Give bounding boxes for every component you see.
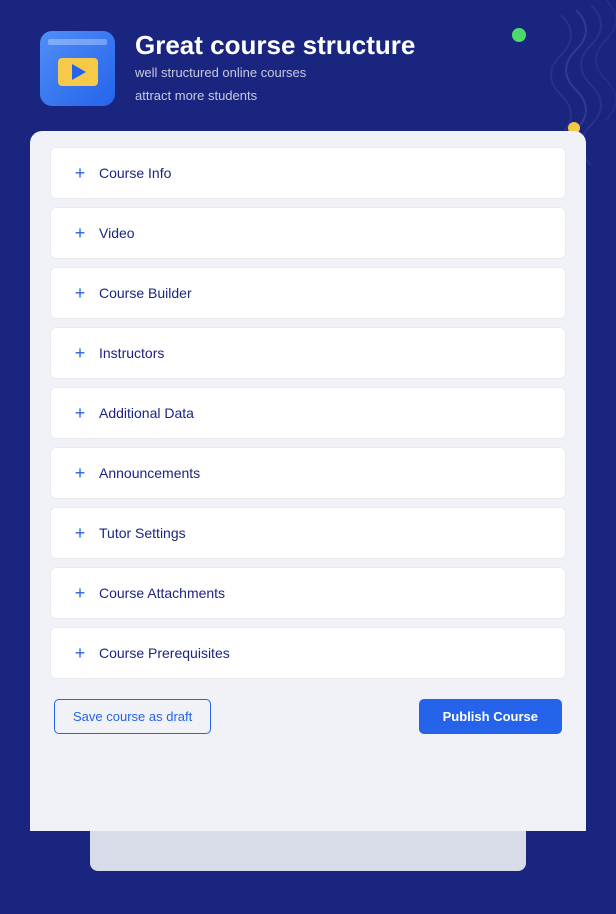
accordion-label-course-attachments: Course Attachments	[99, 585, 225, 601]
publish-button[interactable]: Publish Course	[419, 699, 562, 734]
accordion-label-course-builder: Course Builder	[99, 285, 192, 301]
accordion-item-tutor-settings[interactable]: + Tutor Settings	[50, 507, 566, 559]
accordion-item-announcements[interactable]: + Announcements	[50, 447, 566, 499]
header-subtitle-line2: attract more students	[135, 86, 415, 107]
accordion-item-video[interactable]: + Video	[50, 207, 566, 259]
main-card: + Course Info + Video + Course Builder + Instru…	[30, 131, 586, 831]
accordion-item-instructors[interactable]: + Instructors	[50, 327, 566, 379]
plus-icon: +	[71, 284, 89, 302]
bottom-bar-decoration	[90, 831, 526, 871]
plus-icon: +	[71, 464, 89, 482]
accordion-item-course-attachments[interactable]: + Course Attachments	[50, 567, 566, 619]
accordion-item-course-info[interactable]: + Course Info	[50, 147, 566, 199]
plus-icon: +	[71, 644, 89, 662]
plus-icon: +	[71, 404, 89, 422]
accordion-container: + Course Info + Video + Course Builder + Instru…	[50, 147, 566, 679]
accordion-label-additional-data: Additional Data	[99, 405, 194, 421]
header-text: Great course structure well structured o…	[135, 30, 415, 107]
accordion-label-video: Video	[99, 225, 135, 241]
logo-box	[40, 31, 115, 106]
plus-icon: +	[71, 224, 89, 242]
accordion-item-course-prerequisites[interactable]: + Course Prerequisites	[50, 627, 566, 679]
accordion-item-additional-data[interactable]: + Additional Data	[50, 387, 566, 439]
play-icon	[72, 64, 86, 80]
accordion-label-course-info: Course Info	[99, 165, 171, 181]
accordion-label-announcements: Announcements	[99, 465, 200, 481]
header: Great course structure well structured o…	[0, 0, 616, 131]
accordion-item-course-builder[interactable]: + Course Builder	[50, 267, 566, 319]
save-draft-button[interactable]: Save course as draft	[54, 699, 211, 734]
plus-icon: +	[71, 584, 89, 602]
header-title: Great course structure	[135, 30, 415, 61]
accordion-label-instructors: Instructors	[99, 345, 164, 361]
logo-icon	[58, 58, 98, 86]
plus-icon: +	[71, 344, 89, 362]
plus-icon: +	[71, 164, 89, 182]
accordion-label-course-prerequisites: Course Prerequisites	[99, 645, 230, 661]
plus-icon: +	[71, 524, 89, 542]
footer-buttons: Save course as draft Publish Course	[50, 699, 566, 734]
header-subtitle-line1: well structured online courses	[135, 63, 415, 84]
accordion-label-tutor-settings: Tutor Settings	[99, 525, 186, 541]
background: Great course structure well structured o…	[0, 0, 616, 914]
